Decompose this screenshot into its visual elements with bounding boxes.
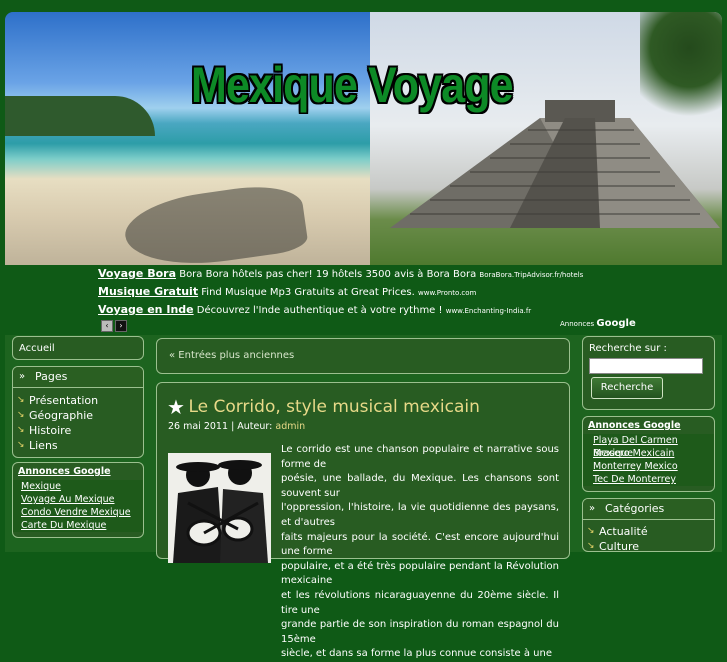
post-text-line: faits majeurs pour la société. C'est enc…: [281, 531, 559, 558]
post-text-line: l'oppression, l'histoire, la vie quotidi…: [281, 502, 559, 528]
ad-url[interactable]: www.Enchanting-India.fr: [446, 307, 531, 315]
double-chevron-icon: »: [589, 503, 596, 514]
star-icon: ★: [167, 395, 185, 419]
ad-text: Découvrez l'Inde authentique et à votre …: [196, 305, 443, 316]
category-label: Actualité: [599, 525, 648, 538]
right-ad-link[interactable]: Monterrey Mexico: [583, 460, 714, 473]
ad-text: Find Musique Mp3 Gratuits at Great Price…: [201, 287, 415, 298]
post-text-line: populaire, et a été très populaire penda…: [281, 560, 559, 587]
arrow-icon: ↘: [17, 440, 25, 450]
categories-widget: » Catégories ↘ Actualité ↘ Culture: [582, 498, 715, 552]
left-google-ads-title[interactable]: Annonces Google: [13, 463, 143, 480]
post-text-line: siècle, et dans sa forme la plus connue …: [281, 648, 552, 660]
post-text-line: Le corrido est une chanson populaire et …: [281, 444, 559, 470]
post-meta: 26 mai 2011 | Auteur: admin: [168, 421, 305, 432]
page-link-label: Géographie: [29, 409, 94, 422]
beach-image: [5, 12, 370, 275]
page-link-liens[interactable]: ↘ Liens: [13, 438, 143, 453]
post-content: Le corrido est une chanson populaire et …: [281, 443, 559, 662]
pages-title-text: Pages: [35, 370, 68, 383]
search-button[interactable]: Recherche: [591, 377, 663, 399]
arrow-icon: ↘: [587, 541, 595, 551]
post-text-line: poésie, une ballade, du Mexique. Les cha…: [281, 473, 559, 499]
nav-home-link[interactable]: Accueil: [13, 337, 143, 354]
category-link[interactable]: ↘ Actualité: [583, 524, 714, 539]
left-google-ads: Annonces Google Mexique Voyage Au Mexiqu…: [12, 462, 144, 538]
palm-shadow: [121, 179, 309, 275]
double-chevron-icon: »: [19, 371, 26, 382]
ads-label-brand: Google: [596, 318, 636, 329]
arrow-icon: ↘: [17, 410, 25, 420]
ad-url[interactable]: BoraBora.TripAdvisor.fr/hotels: [479, 271, 583, 279]
post-author-link[interactable]: admin: [275, 421, 305, 432]
corrido-illustration: [168, 453, 271, 563]
post-text-line: et les révolutions nicaraguayenne du 20è…: [281, 589, 559, 616]
site-header: Mexique Voyage: [5, 12, 722, 275]
ad-text: Bora Bora hôtels pas cher! 19 hôtels 350…: [179, 269, 477, 280]
left-ad-link[interactable]: Carte Du Mexique: [13, 519, 143, 532]
arrow-icon: ↘: [17, 425, 25, 435]
page-link-geographie[interactable]: ↘ Géographie: [13, 408, 143, 423]
ads-by-google-label[interactable]: Annonces Google: [560, 318, 636, 329]
ad-item: Musique Gratuit Find Musique Mp3 Gratuit…: [98, 285, 476, 298]
categories-widget-title: » Catégories: [583, 499, 714, 520]
post-date: 26 mai 2011: [168, 421, 229, 432]
page-link-histoire[interactable]: ↘ Histoire: [13, 423, 143, 438]
ads-label-prefix: Annonces: [560, 320, 595, 328]
pages-widget: » Pages ↘ Présentation ↘ Géographie ↘ Histo…: [12, 366, 144, 458]
home-box: Accueil: [12, 336, 144, 360]
ad-title-link[interactable]: Musique Gratuit: [98, 285, 198, 298]
guitar-players-icon: [168, 453, 271, 563]
left-ad-link[interactable]: Voyage Au Mexique: [13, 493, 143, 506]
ad-title-link[interactable]: Voyage en Inde: [98, 303, 194, 316]
ad-item: Voyage en Inde Découvrez l'Inde authenti…: [98, 303, 531, 316]
ad-url[interactable]: www.Pronto.com: [418, 289, 476, 297]
categories-title-text: Catégories: [605, 502, 665, 515]
right-ad-link[interactable]: Brasero Mexicain: [583, 447, 714, 460]
page-link-presentation[interactable]: ↘ Présentation: [13, 393, 143, 408]
hill-shape: [5, 96, 155, 136]
page-link-label: Histoire: [29, 424, 72, 437]
post-header: ★ Le Corrido, style musical mexicain: [167, 395, 480, 419]
ad-title-link[interactable]: Voyage Bora: [98, 267, 176, 280]
post-title-link[interactable]: Le Corrido, style musical mexicain: [188, 397, 479, 417]
category-label: Culture: [599, 540, 640, 552]
right-google-ads: Annonces Google Playa Del Carmen Mexique…: [582, 416, 715, 492]
post-text-line: grande partie de son inspiration du roma…: [281, 619, 559, 645]
right-ad-link[interactable]: Playa Del Carmen Mexique: [583, 434, 714, 459]
ad-prev-button[interactable]: ‹: [101, 320, 113, 332]
right-ad-link[interactable]: Tec De Monterrey: [583, 473, 714, 486]
pages-widget-title: » Pages: [13, 367, 143, 388]
older-entries-link[interactable]: « Entrées plus anciennes: [157, 339, 569, 361]
post-article: ★ Le Corrido, style musical mexicain 26 …: [156, 382, 570, 659]
post-author-label: | Auteur:: [231, 421, 273, 432]
search-widget: Recherche sur : Recherche: [582, 336, 715, 410]
site-title[interactable]: Mexique Voyage: [191, 56, 514, 114]
ad-next-button[interactable]: ›: [115, 320, 127, 332]
category-link[interactable]: ↘ Culture: [583, 539, 714, 552]
left-ad-link[interactable]: Condo Vendre Mexique: [13, 506, 143, 519]
pyramid-image: [370, 12, 722, 265]
post-navigation: « Entrées plus anciennes: [156, 338, 570, 374]
page-link-label: Liens: [29, 439, 58, 452]
right-google-ads-title[interactable]: Annonces Google: [583, 417, 714, 434]
ad-navigation: ‹ ›: [101, 318, 129, 332]
search-input[interactable]: [589, 358, 703, 374]
ad-item: Voyage Bora Bora Bora hôtels pas cher! 1…: [98, 267, 583, 280]
arrow-icon: ↘: [587, 526, 595, 536]
search-label: Recherche sur :: [589, 343, 667, 354]
left-ad-link[interactable]: Mexique: [13, 480, 143, 493]
arrow-icon: ↘: [17, 395, 25, 405]
page-link-label: Présentation: [29, 394, 99, 407]
